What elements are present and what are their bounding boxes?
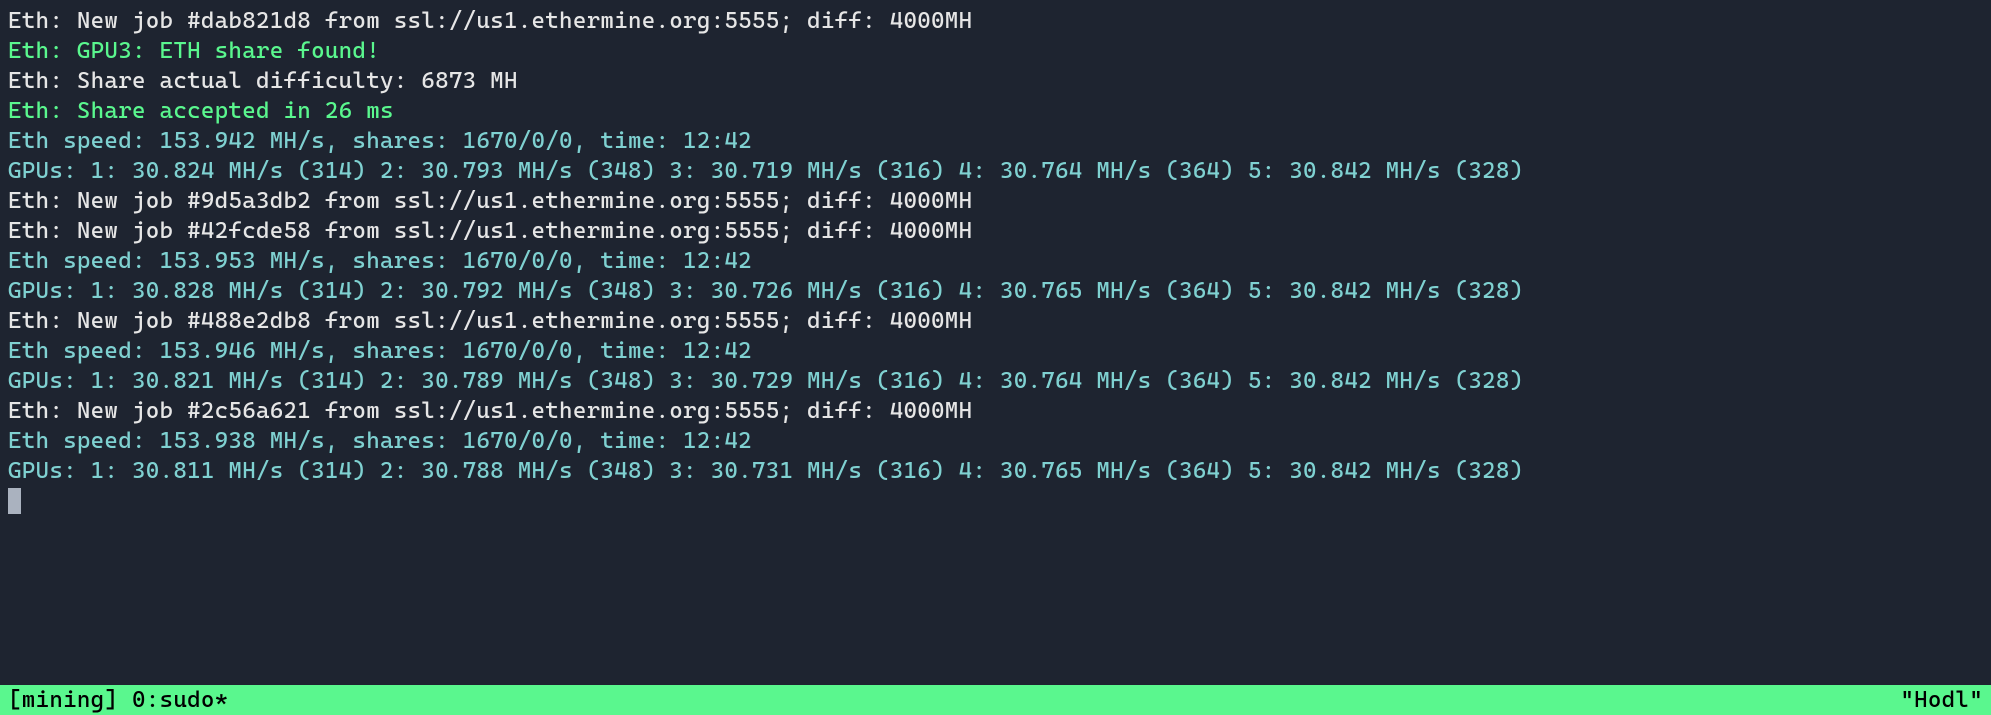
terminal-cursor-line xyxy=(8,486,1983,516)
terminal-output[interactable]: Eth: New job #dab821d8 from ssl://us1.et… xyxy=(0,0,1991,516)
statusbar-hostname: "Hodl" xyxy=(1900,685,1983,715)
terminal-line: Eth: Share actual difficulty: 6873 MH xyxy=(8,66,1983,96)
cursor-icon xyxy=(8,488,21,514)
terminal-line: Eth speed: 153.946 MH/s, shares: 1670/0/… xyxy=(8,336,1983,366)
tmux-statusbar: [mining] 0:sudo* "Hodl" xyxy=(0,685,1991,715)
terminal-line: Eth: New job #488e2db8 from ssl://us1.et… xyxy=(8,306,1983,336)
terminal-line: Eth speed: 153.938 MH/s, shares: 1670/0/… xyxy=(8,426,1983,456)
terminal-line: Eth: New job #9d5a3db2 from ssl://us1.et… xyxy=(8,186,1983,216)
terminal-line: Eth speed: 153.953 MH/s, shares: 1670/0/… xyxy=(8,246,1983,276)
terminal-line: GPUs: 1: 30.811 MH/s (314) 2: 30.788 MH/… xyxy=(8,456,1983,486)
terminal-line: Eth: New job #2c56a621 from ssl://us1.et… xyxy=(8,396,1983,426)
terminal-line: Eth: New job #42fcde58 from ssl://us1.et… xyxy=(8,216,1983,246)
terminal-line: GPUs: 1: 30.824 MH/s (314) 2: 30.793 MH/… xyxy=(8,156,1983,186)
statusbar-session: [mining] 0:sudo* xyxy=(8,685,228,715)
terminal-line: Eth: Share accepted in 26 ms xyxy=(8,96,1983,126)
terminal-line: Eth: New job #dab821d8 from ssl://us1.et… xyxy=(8,6,1983,36)
terminal-line: GPUs: 1: 30.828 MH/s (314) 2: 30.792 MH/… xyxy=(8,276,1983,306)
terminal-line: GPUs: 1: 30.821 MH/s (314) 2: 30.789 MH/… xyxy=(8,366,1983,396)
terminal-line: Eth speed: 153.942 MH/s, shares: 1670/0/… xyxy=(8,126,1983,156)
terminal-line: Eth: GPU3: ETH share found! xyxy=(8,36,1983,66)
